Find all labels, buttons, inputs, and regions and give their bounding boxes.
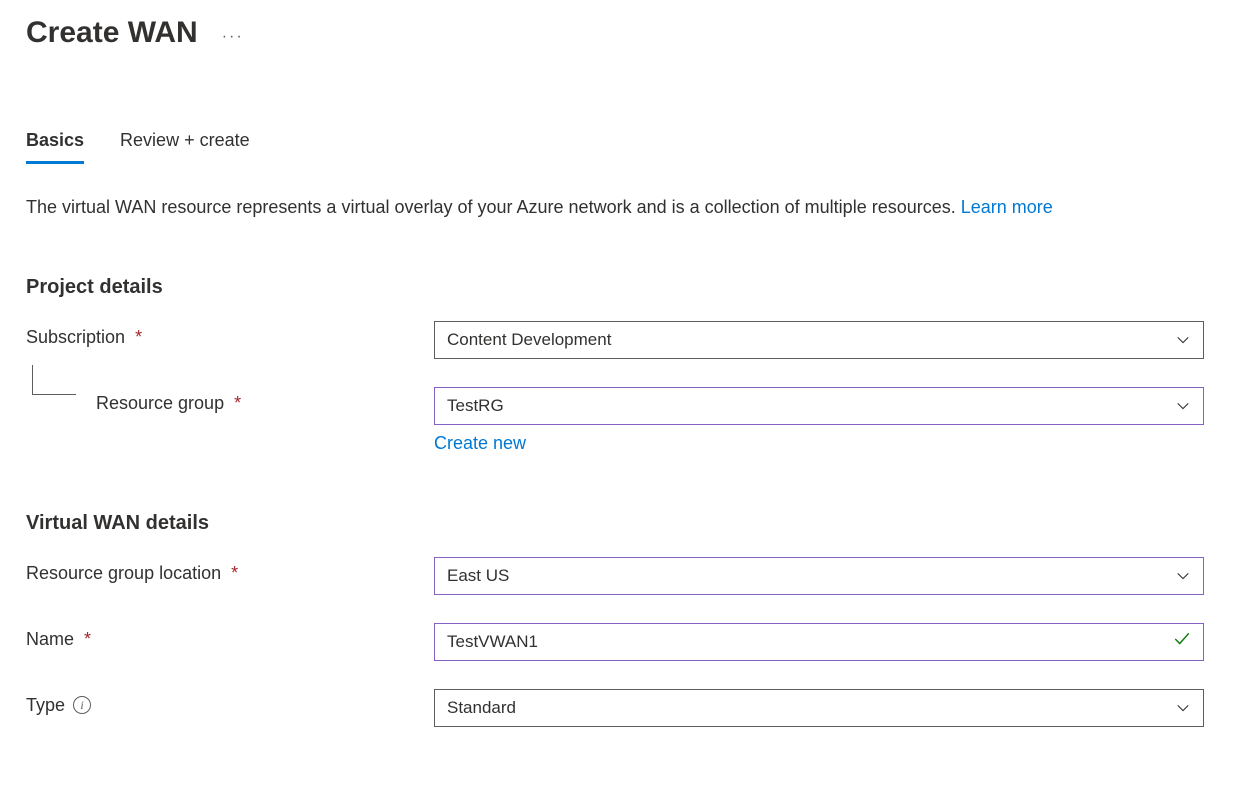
info-icon[interactable]: i bbox=[73, 696, 91, 714]
required-indicator: * bbox=[231, 563, 238, 584]
row-name: Name* TestVWAN1 bbox=[26, 623, 1220, 661]
page-header: Create WAN ··· bbox=[26, 16, 1220, 50]
required-indicator: * bbox=[84, 629, 91, 650]
description-text: The virtual WAN resource represents a vi… bbox=[26, 194, 1220, 222]
row-type: Type i Standard bbox=[26, 689, 1220, 727]
more-actions-icon[interactable]: ··· bbox=[222, 20, 244, 46]
name-input[interactable]: TestVWAN1 bbox=[434, 623, 1204, 661]
type-select[interactable]: Standard bbox=[434, 689, 1204, 727]
label-location: Resource group location* bbox=[26, 557, 434, 584]
label-type: Type i bbox=[26, 689, 434, 716]
create-new-link[interactable]: Create new bbox=[434, 433, 1204, 454]
tab-bar: Basics Review + create bbox=[26, 130, 1220, 164]
subscription-value: Content Development bbox=[447, 330, 611, 350]
row-subscription: Subscription* Content Development bbox=[26, 321, 1220, 359]
row-location: Resource group location* East US bbox=[26, 557, 1220, 595]
chevron-down-icon bbox=[1175, 398, 1191, 414]
chevron-down-icon bbox=[1175, 568, 1191, 584]
chevron-down-icon bbox=[1175, 700, 1191, 716]
subscription-select[interactable]: Content Development bbox=[434, 321, 1204, 359]
location-select[interactable]: East US bbox=[434, 557, 1204, 595]
label-name: Name* bbox=[26, 623, 434, 650]
resource-group-value: TestRG bbox=[447, 396, 504, 416]
label-subscription: Subscription* bbox=[26, 321, 434, 348]
required-indicator: * bbox=[135, 327, 142, 348]
type-value: Standard bbox=[447, 698, 516, 718]
resource-group-select[interactable]: TestRG bbox=[434, 387, 1204, 425]
name-value: TestVWAN1 bbox=[447, 632, 538, 652]
description-body: The virtual WAN resource represents a vi… bbox=[26, 197, 961, 217]
tab-basics[interactable]: Basics bbox=[26, 130, 84, 164]
tree-connector bbox=[26, 387, 96, 395]
tab-review-create[interactable]: Review + create bbox=[120, 130, 250, 164]
learn-more-link[interactable]: Learn more bbox=[961, 197, 1053, 217]
section-project-details: Project details bbox=[26, 276, 1220, 299]
page-title: Create WAN bbox=[26, 16, 198, 50]
label-resource-group: Resource group* bbox=[96, 387, 434, 414]
location-value: East US bbox=[447, 566, 509, 586]
section-vwan-details: Virtual WAN details bbox=[26, 512, 1220, 535]
row-resource-group: Resource group* TestRG Create new bbox=[26, 387, 1220, 454]
check-valid-icon bbox=[1173, 630, 1191, 653]
chevron-down-icon bbox=[1175, 332, 1191, 348]
required-indicator: * bbox=[234, 393, 241, 414]
